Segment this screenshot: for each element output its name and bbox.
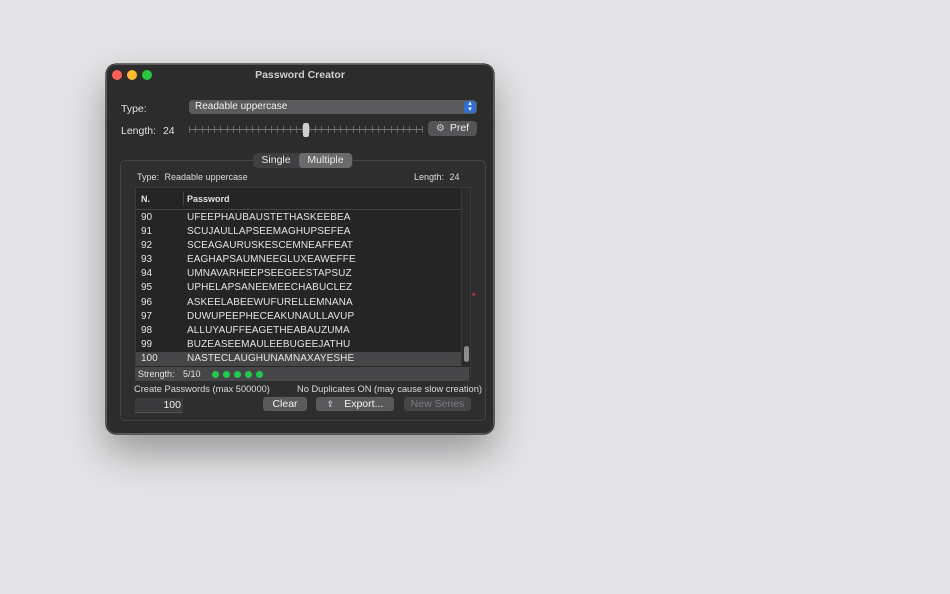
strength-dot (245, 371, 252, 378)
row-number: 95 (141, 282, 153, 294)
table-row[interactable]: 98 ALLUYAUFFEAGETHEABAUZUMA (136, 324, 462, 338)
export-button[interactable]: ⇪ Export... (316, 397, 394, 411)
strength-label: Strength: 5/10 (138, 369, 201, 379)
table-row[interactable]: 93 EAGHAPSAUMNEEGLUXEAWEFFE (136, 253, 462, 267)
clear-button[interactable]: Clear (263, 397, 307, 411)
mode-segmented-control: Single Multiple (253, 153, 353, 168)
row-number: 99 (141, 338, 153, 350)
info-type-label: Type: (137, 172, 160, 182)
row-number: 97 (141, 310, 153, 322)
scrollbar-thumb[interactable] (464, 346, 469, 362)
row-password: EAGHAPSAUMNEEGLUXEAWEFFE (187, 254, 356, 266)
row-password: ASKEELABEEWUFURELLEMNANA (187, 296, 353, 308)
row-number: 96 (141, 296, 153, 308)
row-password: DUWUPEEPHECEAKUNAULLAVUP (187, 310, 355, 322)
row-number: 93 (141, 254, 153, 266)
table-row[interactable]: 96 ASKEELABEEWUFURELLEMNANA (136, 296, 462, 310)
length-label: Length: 24 (121, 125, 175, 137)
strength-value: 5/10 (183, 369, 201, 379)
length-slider[interactable] (189, 123, 423, 137)
length-label-text: Length: (121, 125, 157, 137)
passwords-table[interactable]: N. Password 90 UFEEPHAUBAUSTETHASKEEBEA 9… (135, 187, 471, 377)
pref-button-label: Pref (449, 122, 470, 134)
type-label: Type: (121, 103, 147, 115)
table-row[interactable]: 90 UFEEPHAUBAUSTETHASKEEBEA (136, 211, 462, 225)
row-number: 98 (141, 324, 153, 336)
column-separator (183, 192, 184, 205)
red-marker-icon: ▾ (472, 292, 476, 299)
table-row[interactable]: 92 SCEAGAURUSKESCEMNEAFFEAT (136, 239, 462, 253)
pref-button[interactable]: ⚙ Pref (428, 121, 477, 136)
chevron-up-down-icon: ▴ ▾ (464, 100, 476, 113)
strength-dots (212, 370, 267, 380)
strength-dot (212, 371, 219, 378)
no-duplicates-label: No Duplicates ON (may cause slow creatio… (297, 384, 482, 394)
info-type: Type: Readable uppercase (137, 172, 248, 182)
info-type-value: Readable uppercase (164, 172, 248, 182)
table-header: N. Password (136, 188, 470, 210)
create-passwords-label: Create Passwords (max 500000) (134, 384, 270, 394)
row-password: SCUJAULLAPSEEMAGHUPSEFEA (187, 226, 351, 238)
row-password: UMNAVARHEEPSEEGEESTAPSUZ (187, 268, 352, 280)
type-select[interactable]: Readable uppercase ▴ ▾ (189, 100, 477, 114)
column-header-number[interactable]: N. (141, 194, 150, 204)
window-title: Password Creator (255, 69, 345, 81)
password-count-input[interactable]: 100 (135, 398, 183, 413)
row-number: 100 (141, 352, 158, 364)
length-value: 24 (162, 125, 175, 137)
table-row[interactable]: 95 UPHELAPSANEEMEECHABUCLEZ (136, 281, 462, 295)
table-row-selected[interactable]: 100 NASTECLAUGHUNAMNAXAYESHE (136, 351, 462, 367)
gear-icon: ⚙ (435, 123, 445, 134)
password-creator-window: Password Creator Type: Readable uppercas… (106, 64, 494, 434)
table-row[interactable]: 99 BUZEASEEMAULEEBUGEEJATHU (136, 338, 462, 352)
row-number: 91 (141, 226, 153, 238)
row-number: 92 (141, 240, 153, 252)
row-password: NASTECLAUGHUNAMNAXAYESHE (187, 352, 355, 364)
table-rows: 90 UFEEPHAUBAUSTETHASKEEBEA 91 SCUJAULLAPS… (136, 211, 462, 367)
row-password: ALLUYAUFFEAGETHEABAUZUMA (187, 324, 350, 336)
strength-dot (223, 371, 230, 378)
column-header-password[interactable]: Password (187, 194, 230, 204)
strength-bar: Strength: 5/10 (135, 367, 469, 381)
info-length-value: 24 (449, 172, 460, 182)
slider-knob[interactable] (303, 123, 309, 137)
row-number: 94 (141, 268, 153, 280)
table-row[interactable]: 91 SCUJAULLAPSEEMAGHUPSEFEA (136, 225, 462, 239)
title-bar: Password Creator (107, 65, 493, 87)
table-row[interactable]: 94 UMNAVARHEEPSEEGEESTAPSUZ (136, 267, 462, 281)
type-select-value: Readable uppercase (195, 101, 288, 112)
segment-single[interactable]: Single (253, 153, 299, 168)
strength-dot (256, 371, 263, 378)
row-password: BUZEASEEMAULEEBUGEEJATHU (187, 338, 351, 350)
strength-dot (234, 371, 241, 378)
table-scrollbar[interactable] (461, 188, 470, 376)
segment-multiple[interactable]: Multiple (299, 153, 352, 168)
info-length-label: Length: (414, 172, 445, 182)
table-row[interactable]: 97 DUWUPEEPHECEAKUNAULLAVUP (136, 310, 462, 324)
row-number: 90 (141, 212, 153, 223)
row-password: UPHELAPSANEEMEECHABUCLEZ (187, 282, 353, 294)
row-password: UFEEPHAUBAUSTETHASKEEBEA (187, 212, 351, 223)
info-length: Length: 24 (414, 172, 460, 182)
share-icon: ⇪ (326, 399, 335, 409)
export-button-label: Export... (344, 398, 384, 410)
strength-label-text: Strength: (138, 369, 175, 379)
new-series-button[interactable]: New Series (404, 397, 471, 411)
row-password: SCEAGAURUSKESCEMNEAFFEAT (187, 240, 354, 252)
